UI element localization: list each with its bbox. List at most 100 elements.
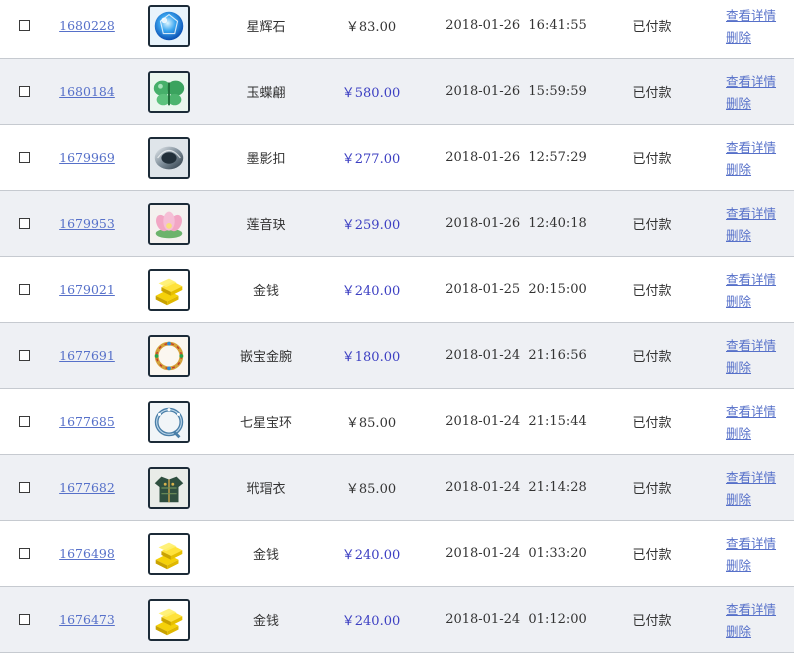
order-time: 2018-01-26 12:40:18 xyxy=(445,216,587,231)
order-status: 已付款 xyxy=(632,218,672,233)
delete-link[interactable]: 删除 xyxy=(726,555,751,574)
order-row: 1679953 莲音玦 ￥259.00 2018-01-26 12:40:18 … xyxy=(0,191,794,257)
order-row: 1679969 墨影扣 ￥277.00 2018-01-26 12:57:29 … xyxy=(0,125,794,191)
order-id-link[interactable]: 1679021 xyxy=(59,282,115,297)
order-row: 1679021 金钱 ￥240.00 2018-01-25 20:15:00 已… xyxy=(0,257,794,323)
item-price: ￥240.00 xyxy=(341,548,401,563)
item-name: 莲音玦 xyxy=(246,218,286,233)
delete-link[interactable]: 删除 xyxy=(726,291,751,310)
order-id-link[interactable]: 1676473 xyxy=(59,612,115,627)
order-time: 2018-01-24 21:16:56 xyxy=(445,348,587,363)
item-name: 金钱 xyxy=(252,614,279,629)
order-row: 1677685 七星宝环 ￥85.00 2018-01-24 21:15:44 … xyxy=(0,389,794,455)
view-detail-link[interactable]: 查看详情 xyxy=(726,5,776,24)
select-checkbox[interactable] xyxy=(18,548,30,559)
view-detail-link[interactable]: 查看详情 xyxy=(726,335,776,354)
order-id-link[interactable]: 1680228 xyxy=(59,18,115,33)
item-name: 墨影扣 xyxy=(246,152,286,167)
view-detail-link[interactable]: 查看详情 xyxy=(726,467,776,486)
order-id-link[interactable]: 1677682 xyxy=(59,480,115,495)
delete-link[interactable]: 删除 xyxy=(726,159,751,178)
select-checkbox[interactable] xyxy=(18,152,30,163)
order-time: 2018-01-26 15:59:59 xyxy=(445,84,587,99)
order-row: 1676498 金钱 ￥240.00 2018-01-24 01:33:20 已… xyxy=(0,521,794,587)
gold-bars-icon xyxy=(150,600,188,639)
order-status: 已付款 xyxy=(632,284,672,299)
item-price: ￥83.00 xyxy=(345,20,397,35)
order-row: 1677691 嵌宝金腕 ￥180.00 2018-01-24 21:16:56… xyxy=(0,323,794,389)
item-thumbnail xyxy=(148,202,190,245)
order-status: 已付款 xyxy=(632,548,672,563)
select-checkbox[interactable] xyxy=(18,218,30,229)
delete-link[interactable]: 删除 xyxy=(726,489,751,508)
select-checkbox[interactable] xyxy=(18,350,30,361)
view-detail-link[interactable]: 查看详情 xyxy=(726,137,776,156)
order-time: 2018-01-26 12:57:29 xyxy=(445,150,587,165)
delete-link[interactable]: 删除 xyxy=(726,27,751,46)
order-id-link[interactable]: 1679969 xyxy=(59,150,115,165)
delete-link[interactable]: 删除 xyxy=(726,225,751,244)
item-price: ￥240.00 xyxy=(341,614,401,629)
item-thumbnail xyxy=(148,334,190,377)
order-time: 2018-01-24 21:15:44 xyxy=(445,414,587,429)
item-name: 嵌宝金腕 xyxy=(239,350,292,365)
item-name: 玉蝶翩 xyxy=(246,86,286,101)
order-status: 已付款 xyxy=(632,152,672,167)
gold-bars-icon xyxy=(150,534,188,573)
view-detail-link[interactable]: 查看详情 xyxy=(726,533,776,552)
order-time: 2018-01-24 01:12:00 xyxy=(445,612,587,627)
select-checkbox[interactable] xyxy=(18,482,30,493)
order-status: 已付款 xyxy=(632,416,672,431)
order-list: 1680228 星辉石 ￥83.00 2018-01-26 16:41:55 已… xyxy=(0,0,794,653)
order-status: 已付款 xyxy=(632,614,672,629)
order-id-link[interactable]: 1676498 xyxy=(59,546,115,561)
item-thumbnail xyxy=(148,4,190,47)
order-time: 2018-01-26 16:41:55 xyxy=(445,18,587,33)
item-thumbnail xyxy=(148,466,190,509)
item-price: ￥85.00 xyxy=(345,482,397,497)
view-detail-link[interactable]: 查看详情 xyxy=(726,203,776,222)
jeweled-bracelet-icon xyxy=(150,336,188,375)
order-row: 1677682 玳瑁衣 ￥85.00 2018-01-24 21:14:28 已… xyxy=(0,455,794,521)
order-row: 1680184 玉蝶翩 ￥580.00 2018-01-26 15:59:59 … xyxy=(0,59,794,125)
order-row: 1680228 星辉石 ￥83.00 2018-01-26 16:41:55 已… xyxy=(0,0,794,59)
delete-link[interactable]: 删除 xyxy=(726,621,751,640)
view-detail-link[interactable]: 查看详情 xyxy=(726,269,776,288)
view-detail-link[interactable]: 查看详情 xyxy=(726,401,776,420)
item-price: ￥85.00 xyxy=(345,416,397,431)
item-name: 金钱 xyxy=(252,548,279,563)
item-thumbnail xyxy=(148,598,190,641)
armor-robe-icon xyxy=(150,468,188,507)
view-detail-link[interactable]: 查看详情 xyxy=(726,599,776,618)
lotus-pendant-icon xyxy=(150,204,188,243)
order-id-link[interactable]: 1680184 xyxy=(59,84,115,99)
blue-gem-icon xyxy=(150,6,188,45)
item-name: 玳瑁衣 xyxy=(246,482,286,497)
delete-link[interactable]: 删除 xyxy=(726,93,751,112)
order-time: 2018-01-24 21:14:28 xyxy=(445,480,587,495)
item-price: ￥180.00 xyxy=(341,350,401,365)
item-price: ￥277.00 xyxy=(341,152,401,167)
item-thumbnail xyxy=(148,136,190,179)
select-checkbox[interactable] xyxy=(18,284,30,295)
order-id-link[interactable]: 1677685 xyxy=(59,414,115,429)
item-thumbnail xyxy=(148,268,190,311)
select-checkbox[interactable] xyxy=(18,20,30,31)
select-checkbox[interactable] xyxy=(18,614,30,625)
item-thumbnail xyxy=(148,400,190,443)
delete-link[interactable]: 删除 xyxy=(726,423,751,442)
jade-butterfly-icon xyxy=(150,72,188,111)
seven-star-ring-icon xyxy=(150,402,188,441)
order-status: 已付款 xyxy=(632,350,672,365)
view-detail-link[interactable]: 查看详情 xyxy=(726,71,776,90)
item-thumbnail xyxy=(148,532,190,575)
item-name: 金钱 xyxy=(252,284,279,299)
item-name: 星辉石 xyxy=(246,20,286,35)
delete-link[interactable]: 删除 xyxy=(726,357,751,376)
item-price: ￥259.00 xyxy=(341,218,401,233)
select-checkbox[interactable] xyxy=(18,86,30,97)
order-id-link[interactable]: 1677691 xyxy=(59,348,115,363)
order-id-link[interactable]: 1679953 xyxy=(59,216,115,231)
silver-clasp-icon xyxy=(150,138,188,177)
select-checkbox[interactable] xyxy=(18,416,30,427)
